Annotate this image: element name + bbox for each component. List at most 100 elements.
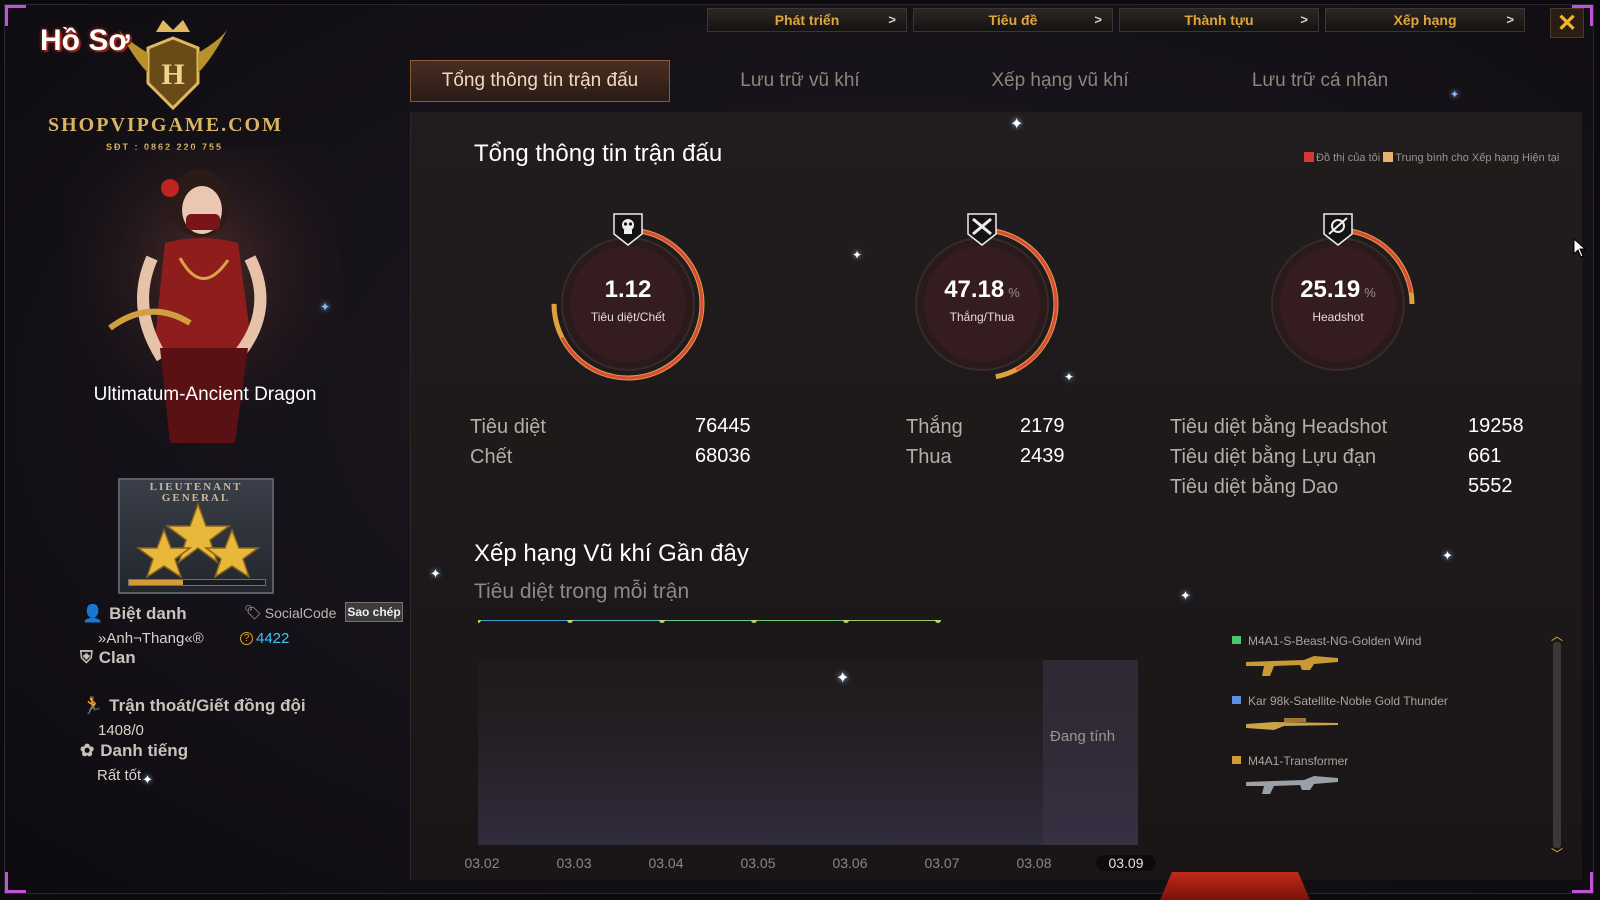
stat-knife-kills-value: 5552	[1468, 475, 1513, 497]
stat-headshot-kills-label: Tiêu diệt bằng Headshot	[1170, 416, 1388, 438]
crosshair-icon	[1323, 213, 1353, 246]
gauge-headshot: 25.19% Headshot	[1256, 213, 1420, 386]
weapon-list: M4A1-S-Beast-NG-Golden Wind Kar 98k-Sate…	[1232, 634, 1502, 814]
stat-wins-value: 2179	[1020, 415, 1065, 437]
sniper-rifle-icon	[1246, 718, 1338, 730]
nav-achievements-button[interactable]: Thành tựu >	[1119, 8, 1319, 32]
sparkle-icon: ✦	[1064, 370, 1075, 384]
gauge-unit: %	[1008, 285, 1020, 300]
stat-deaths-value: 68036	[695, 445, 751, 467]
gauge-kill-death: 1.12 Tiêu diệt/Chết	[546, 213, 710, 386]
weapon-list-item[interactable]: M4A1-Transformer	[1232, 754, 1502, 814]
nav-label: Tiêu đề	[988, 12, 1038, 28]
svg-text:H: H	[161, 58, 184, 91]
gauge-value: 1.12	[546, 276, 710, 304]
top-nav: Phát triển > Tiêu đề > Thành tựu > Xếp hạng…	[707, 8, 1525, 32]
logo: H Hồ Sơ SHOPVIPGAME.COM SĐT : 0862 220 7…	[40, 18, 300, 158]
recent-subtitle: Tiêu diệt trong mỗi trận	[474, 580, 690, 603]
nav-label: Phát triển	[774, 12, 840, 28]
gauge-label: Tiêu diệt/Chết	[590, 310, 666, 324]
escape-teamkill-value: 1408/0	[98, 722, 144, 739]
copy-button[interactable]: Sao chép	[345, 602, 403, 622]
sparkle-icon: ✦	[1010, 116, 1024, 133]
nickname-value: »Anh¬Thang«®	[98, 630, 204, 647]
weapon-name: M4A1-S-Beast-NG-Golden Wind	[1248, 634, 1422, 648]
stat-headshot-kills-value: 19258	[1468, 415, 1524, 437]
sparkle-icon: ✦	[852, 248, 863, 262]
rank-title: LIEUTENANT GENERAL	[149, 481, 243, 504]
gauge-number: 47.18	[944, 276, 1005, 303]
nav-titles-button[interactable]: Tiêu đề >	[913, 8, 1113, 32]
nav-development-button[interactable]: Phát triển >	[707, 8, 907, 32]
weapon-list-item[interactable]: M4A1-S-Beast-NG-Golden Wind	[1232, 634, 1502, 694]
chart-point	[567, 620, 573, 623]
nav-label: Thành tựu	[1184, 12, 1254, 28]
recent-line-chart	[478, 620, 1138, 845]
frame-corner	[5, 872, 26, 893]
gauge-win-loss: 47.18% Thắng/Thua	[900, 213, 1064, 386]
coin-value: ? 4422	[240, 630, 289, 647]
tab-weapon-storage[interactable]: Lưu trữ vũ khí	[670, 60, 930, 102]
user-icon: 👤	[82, 604, 104, 623]
scrollbar-track[interactable]	[1553, 642, 1561, 848]
legend-average-label: Trung bình cho Xếp hạng Hiện tại	[1395, 152, 1560, 164]
legend-swatch-average	[1383, 152, 1394, 162]
sparkle-icon: ✦	[430, 566, 441, 581]
scroll-up-icon[interactable]: ︿	[1550, 630, 1564, 642]
chart-point	[478, 620, 481, 623]
gauge-value: 25.19%	[1256, 276, 1420, 304]
chart-x-tick-label: 03.02	[464, 855, 500, 871]
legend-mine-label: Đồ thị của tôi	[1316, 152, 1381, 164]
sparkle-icon: ✦	[1442, 548, 1453, 563]
tag-icon: 🏷	[244, 604, 262, 620]
weapon-name: Kar 98k-Satellite-Noble Gold Thunder	[1248, 694, 1448, 708]
skull-icon	[613, 213, 643, 246]
weapon-list-scrollbar[interactable]: ︿ ﹀	[1550, 630, 1564, 860]
reputation-value: Rất tốt	[97, 767, 142, 784]
chart-x-tick-label[interactable]: 03.09	[1096, 855, 1156, 871]
chevron-right-icon: >	[1094, 12, 1102, 27]
chart-point	[843, 620, 849, 623]
tab-personal-storage[interactable]: Lưu trữ cá nhân	[1190, 60, 1450, 102]
chart-x-tick-label: 03.08	[1016, 855, 1052, 871]
socialcode-label-text: SocialCode	[264, 604, 337, 621]
rifle-icon	[1246, 656, 1338, 676]
chart-x-tick-label: 03.05	[740, 855, 776, 871]
weapon-color-swatch	[1232, 636, 1241, 644]
stat-kills-value: 76445	[695, 415, 751, 437]
tab-match-summary[interactable]: Tổng thông tin trận đấu	[410, 60, 670, 102]
weapon-list-item[interactable]: Kar 98k-Satellite-Noble Gold Thunder	[1232, 694, 1502, 754]
chart-calculating-region	[1043, 660, 1138, 845]
nav-ranking-button[interactable]: Xếp hạng >	[1325, 8, 1525, 32]
gauge-inner	[570, 246, 686, 362]
close-icon: ✕	[1556, 9, 1578, 37]
stat-wins-label: Thắng	[906, 416, 963, 438]
sparkle-icon: ✦	[142, 772, 153, 787]
weapon-name: M4A1-Transformer	[1248, 754, 1349, 768]
escape-label-text: Trận thoát/Giết đồng đội	[109, 696, 306, 715]
stat-losses-label: Thua	[906, 446, 952, 468]
frame-corner	[5, 5, 26, 26]
logo-title: Hồ Sơ	[40, 24, 130, 57]
chevron-right-icon: >	[1300, 12, 1308, 27]
chevron-right-icon: >	[888, 12, 896, 27]
scroll-down-icon[interactable]: ﹀	[1550, 848, 1564, 860]
clan-label-text: Clan	[98, 648, 136, 667]
calculating-label: Đang tính	[1050, 728, 1116, 745]
gauge-ring	[551, 227, 705, 381]
summary-title: Tổng thông tin trận đấu	[474, 140, 723, 167]
reputation-label-text: Danh tiếng	[100, 741, 189, 760]
gauge-inner	[924, 246, 1040, 362]
legend-swatch-mine	[1304, 152, 1314, 162]
escape-teamkill-label: 🏃 Trận thoát/Giết đồng đội	[82, 696, 306, 716]
clan-label: ⛨ Clan	[80, 648, 136, 668]
close-button[interactable]: ✕	[1550, 8, 1584, 38]
sparkle-icon: ✦	[1450, 89, 1460, 101]
gauge-label: Thắng/Thua	[949, 310, 1015, 324]
chart-x-tick-label: 03.04	[648, 855, 684, 871]
stat-deaths-label: Chết	[470, 446, 513, 468]
nickname-label-text: Biệt danh	[109, 604, 187, 623]
reputation-label: ✿ Danh tiếng	[80, 741, 188, 761]
stat-kills-label: Tiêu diệt	[470, 416, 546, 438]
tab-weapon-ranking[interactable]: Xếp hạng vũ khí	[930, 60, 1190, 102]
